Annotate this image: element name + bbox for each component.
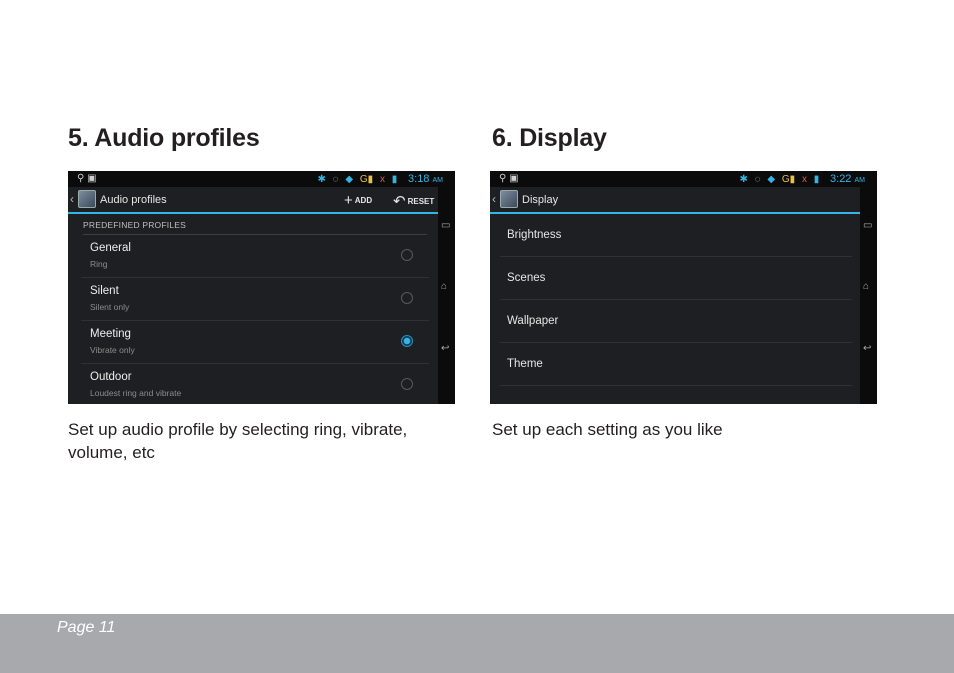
- add-button[interactable]: + ADD: [344, 192, 372, 209]
- action-bar: ‹ Audio profiles + ADD ↶ RESET: [68, 187, 438, 214]
- bluetooth-icon: ✱: [317, 174, 326, 185]
- usb-icon: ⚲: [77, 173, 85, 184]
- plus-icon: +: [344, 192, 353, 209]
- display-item-label: Theme: [507, 358, 543, 370]
- profile-description: Vibrate only: [90, 345, 135, 355]
- wifi-icon: ◆: [345, 174, 354, 185]
- home-icon[interactable]: ⌂: [863, 281, 869, 292]
- display-item-label: Wallpaper: [507, 315, 559, 327]
- reset-button[interactable]: ↶ RESET: [393, 192, 434, 210]
- signal-off-icon: x: [801, 174, 807, 185]
- profile-radio[interactable]: [401, 378, 413, 390]
- usb-icon: ⚲: [499, 173, 507, 184]
- image-icon: ▣: [509, 173, 519, 184]
- home-icon[interactable]: ⌂: [441, 281, 447, 292]
- profile-item-outdoor[interactable]: Outdoor Loudest ring and vibrate: [81, 364, 429, 404]
- sync-icon: ◌: [332, 174, 339, 185]
- audio-profiles-screenshot: ⚲ ▣ ✱ ◌ ◆ G▮ x ▮ 3:18 AM ‹ Audio profile…: [68, 171, 455, 404]
- profile-item-silent[interactable]: Silent Silent only: [81, 278, 429, 321]
- nav-bar: ▭ ⌂ ↩: [860, 187, 877, 404]
- signal-icon: G▮: [781, 174, 796, 185]
- status-time: 3:18 AM: [408, 173, 443, 185]
- undo-icon: ↶: [393, 193, 406, 210]
- nav-bar: ▭ ⌂ ↩: [438, 187, 455, 404]
- display-caption: Set up each setting as you like: [492, 418, 723, 441]
- profile-description: Silent only: [90, 302, 130, 312]
- sync-icon: ◌: [754, 174, 761, 185]
- profile-name: Meeting: [90, 328, 131, 340]
- bluetooth-icon: ✱: [739, 174, 748, 185]
- display-item-label: Scenes: [507, 272, 546, 284]
- battery-icon: ▮: [813, 174, 820, 185]
- up-back-icon[interactable]: ‹: [492, 192, 496, 206]
- profile-name: General: [90, 242, 131, 254]
- caption-line: Set up each setting as you like: [492, 420, 723, 439]
- settings-app-icon[interactable]: [78, 190, 96, 208]
- audio-profiles-heading: 5. Audio profiles: [68, 124, 260, 152]
- status-bar: ⚲ ▣ ✱ ◌ ◆ G▮ x ▮ 3:18 AM: [68, 171, 455, 187]
- image-icon: ▣: [87, 173, 97, 184]
- status-time: 3:22 AM: [830, 173, 865, 185]
- display-item-brightness[interactable]: Brightness: [500, 214, 852, 257]
- profile-description: Loudest ring and vibrate: [90, 388, 182, 398]
- signal-off-icon: x: [379, 174, 385, 185]
- action-bar: ‹ Display: [490, 187, 860, 214]
- profile-name: Outdoor: [90, 371, 132, 383]
- back-icon[interactable]: ↩: [441, 343, 449, 354]
- status-bar: ⚲ ▣ ✱ ◌ ◆ G▮ x ▮ 3:22 AM: [490, 171, 877, 187]
- profile-name: Silent: [90, 285, 119, 297]
- profile-radio[interactable]: [401, 249, 413, 261]
- wifi-icon: ◆: [767, 174, 776, 185]
- display-item-scenes[interactable]: Scenes: [500, 257, 852, 300]
- display-item-label: Brightness: [507, 229, 562, 241]
- up-back-icon[interactable]: ‹: [70, 192, 74, 206]
- profile-item-general[interactable]: General Ring: [81, 235, 429, 278]
- profile-description: Ring: [90, 259, 108, 269]
- predefined-profiles-header: PREDEFINED PROFILES: [83, 220, 427, 235]
- back-icon[interactable]: ↩: [863, 343, 871, 354]
- settings-app-icon[interactable]: [500, 190, 518, 208]
- action-bar-title: Audio profiles: [100, 194, 167, 206]
- page-footer: Page 11: [0, 614, 954, 673]
- display-heading: 6. Display: [492, 124, 607, 152]
- page-number: Page 11: [57, 619, 116, 636]
- signal-icon: G▮: [359, 174, 374, 185]
- audio-profiles-caption: Set up audio profile by selecting ring, …: [68, 418, 407, 464]
- display-item-wallpaper[interactable]: Wallpaper: [500, 300, 852, 343]
- caption-line: Set up audio profile by selecting ring, …: [68, 420, 408, 439]
- profile-radio[interactable]: [401, 292, 413, 304]
- battery-icon: ▮: [391, 174, 398, 185]
- profile-item-meeting[interactable]: Meeting Vibrate only: [81, 321, 429, 364]
- display-screenshot: ⚲ ▣ ✱ ◌ ◆ G▮ x ▮ 3:22 AM ‹ Display ▭ ⌂ ↩…: [490, 171, 877, 404]
- recent-apps-icon[interactable]: ▭: [863, 220, 872, 231]
- action-bar-title: Display: [522, 194, 559, 206]
- caption-line: volume, etc: [68, 443, 155, 462]
- recent-apps-icon[interactable]: ▭: [441, 220, 450, 231]
- display-item-theme[interactable]: Theme: [500, 343, 852, 386]
- profile-radio-selected[interactable]: [401, 335, 413, 347]
